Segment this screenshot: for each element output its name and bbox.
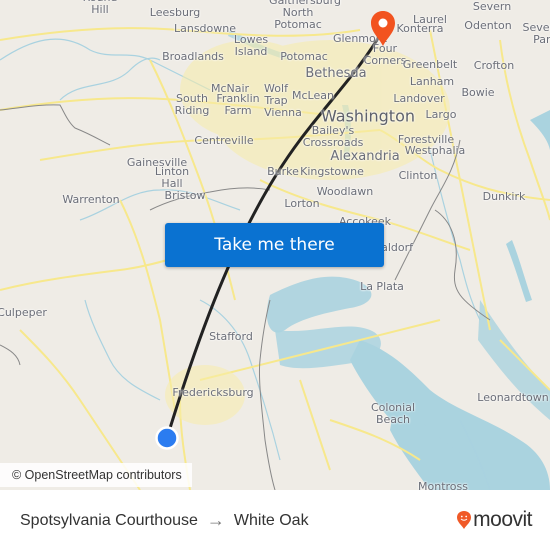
place-label: Greenbelt — [402, 58, 458, 71]
place-label: Dunkirk — [482, 190, 526, 203]
place-label: Burke — [267, 165, 299, 178]
place-label: Franklin Farm — [216, 92, 260, 117]
moovit-pin-icon — [457, 511, 472, 529]
place-label: Stafford — [209, 330, 253, 343]
place-label: Bowie — [461, 86, 495, 99]
place-label: South Riding — [174, 92, 210, 117]
place-label: Clinton — [398, 169, 438, 182]
place-label: Bethesda — [305, 66, 367, 81]
place-label: Lowes Island — [233, 33, 269, 58]
place-label: Severn — [472, 0, 512, 13]
place-label: Montross — [418, 480, 468, 491]
place-label: Lanham — [409, 75, 455, 88]
place-label: Landover — [393, 92, 445, 105]
place-label: Alexandria — [330, 149, 400, 164]
map-attribution[interactable]: © OpenStreetMap contributors — [0, 463, 192, 487]
place-label: Wolf Trap — [264, 82, 288, 107]
place-label: Crofton — [473, 59, 515, 72]
place-label: Colonial Beach — [370, 401, 416, 426]
place-label: Potomac — [280, 50, 328, 63]
moovit-logo[interactable]: moovit — [456, 508, 532, 532]
place-label: Bailey's Crossroads — [302, 124, 364, 149]
place-label: Washington — [320, 106, 416, 126]
origin-name: Spotsylvania Courthouse — [20, 511, 198, 529]
destination-name: White Oak — [233, 511, 309, 529]
origin-marker[interactable] — [155, 426, 179, 450]
place-label: Centreville — [194, 134, 254, 147]
place-label: Leonardtown — [477, 391, 549, 404]
place-label: Vienna — [264, 106, 302, 119]
destination-pin-icon[interactable] — [369, 10, 397, 48]
place-label: RoundHill — [83, 0, 118, 16]
place-label: Bristow — [164, 189, 206, 202]
brand-name: moovit — [473, 508, 532, 531]
place-label: Konterra — [396, 22, 444, 35]
take-me-there-button[interactable]: Take me there — [165, 223, 384, 267]
place-label: Linton Hall — [154, 165, 190, 190]
place-label: McLean — [292, 89, 334, 102]
place-label: Broadlands — [162, 50, 224, 63]
place-label: SevernaPark — [522, 21, 550, 46]
place-label: Largo — [425, 108, 457, 121]
place-label: La Plata — [360, 280, 404, 293]
place-label: Lorton — [284, 197, 320, 210]
place-label: Leesburg — [149, 6, 201, 19]
place-label: Kingstowne — [300, 165, 364, 178]
map[interactable]: RoundHill Leesburg LansdowneLowesIsland Bro… — [0, 0, 550, 490]
place-label: Fredericksburg — [172, 386, 254, 399]
place-label: Lansdowne — [173, 22, 237, 35]
place-label: North Potomac — [274, 6, 322, 31]
place-label: Odenton — [464, 19, 512, 32]
arrow-right-icon: → — [206, 510, 225, 530]
place-label: Woodlawn — [316, 185, 374, 198]
place-label: Warrenton — [62, 193, 120, 206]
place-label: Culpeper — [0, 306, 47, 319]
footer: Spotsylvania Courthouse → White Oak moov… — [0, 490, 550, 550]
route-summary: Spotsylvania Courthouse → White Oak — [20, 510, 309, 531]
place-label: Westphalia — [404, 144, 466, 157]
